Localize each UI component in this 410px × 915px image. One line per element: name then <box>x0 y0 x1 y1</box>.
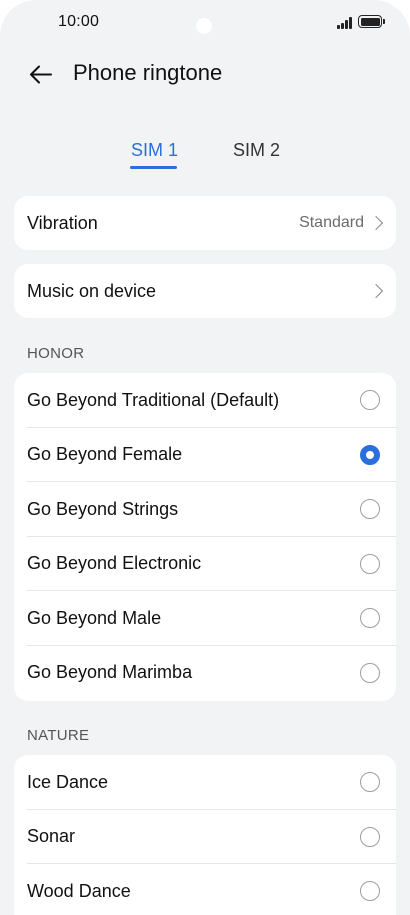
section-title-nature: NATURE <box>27 727 90 744</box>
radio-button-icon[interactable] <box>360 499 380 520</box>
ringtone-label: Ice Dance <box>27 771 109 792</box>
list-item[interactable]: Go Beyond Male <box>14 591 396 646</box>
active-tab-indicator <box>130 166 177 169</box>
status-time: 10:00 <box>58 13 100 30</box>
nature-ringtone-list: Ice Dance Sonar Wood Dance <box>14 755 396 915</box>
ringtone-label: Go Beyond Strings <box>27 498 179 519</box>
radio-button-icon[interactable] <box>360 390 380 411</box>
battery-icon <box>358 15 385 28</box>
vibration-label: Vibration <box>27 212 98 233</box>
ringtone-label: Go Beyond Female <box>27 444 183 465</box>
tab-sim-2[interactable]: SIM 2 <box>233 140 280 161</box>
ringtone-label: Go Beyond Electronic <box>27 553 202 574</box>
radio-button-icon[interactable] <box>360 608 380 629</box>
chevron-right-icon <box>368 283 384 299</box>
page-title: Phone ringtone <box>73 60 223 85</box>
phone-screen: 10:00 Phone ringtone SIM 1 SIM 2 Vibrati… <box>0 0 410 915</box>
ringtone-label: Go Beyond Marimba <box>27 662 193 683</box>
camera-cutout <box>196 18 212 34</box>
chevron-right-icon <box>368 215 384 231</box>
vibration-value: Standard <box>299 214 364 231</box>
vibration-card[interactable]: Vibration Standard <box>14 196 396 250</box>
list-item[interactable]: Go Beyond Traditional (Default) <box>14 373 396 428</box>
list-item[interactable]: Wood Dance <box>14 864 396 915</box>
tab-sim-1[interactable]: SIM 1 <box>131 140 178 161</box>
list-item[interactable]: Sonar <box>14 810 396 864</box>
ringtone-label: Go Beyond Male <box>27 607 162 628</box>
radio-button-icon[interactable] <box>360 662 380 683</box>
radio-button-icon[interactable] <box>360 772 380 793</box>
sim-tabs: SIM 1 SIM 2 <box>0 138 410 174</box>
radio-button-checked-icon[interactable] <box>360 444 380 465</box>
ringtone-label: Sonar <box>27 826 76 847</box>
list-item[interactable]: Go Beyond Electronic <box>14 537 396 591</box>
status-bar: 10:00 <box>0 0 410 46</box>
list-item[interactable]: Ice Dance <box>14 755 396 810</box>
signal-icon <box>337 16 355 29</box>
radio-button-icon[interactable] <box>360 553 380 574</box>
honor-ringtone-list: Go Beyond Traditional (Default) Go Beyon… <box>14 373 396 701</box>
list-item[interactable]: Go Beyond Strings <box>14 482 396 537</box>
radio-button-icon[interactable] <box>360 881 380 902</box>
music-on-device-card[interactable]: Music on device <box>14 264 396 318</box>
section-title-honor: HONOR <box>27 345 85 362</box>
music-on-device-label: Music on device <box>27 280 157 301</box>
list-item[interactable]: Go Beyond Female <box>14 428 396 482</box>
ringtone-label: Go Beyond Traditional (Default) <box>27 389 280 410</box>
ringtone-label: Wood Dance <box>27 880 131 901</box>
back-arrow-icon[interactable] <box>26 60 56 90</box>
list-item[interactable]: Go Beyond Marimba <box>14 646 396 701</box>
app-bar: Phone ringtone <box>0 52 410 96</box>
radio-button-icon[interactable] <box>360 826 380 847</box>
